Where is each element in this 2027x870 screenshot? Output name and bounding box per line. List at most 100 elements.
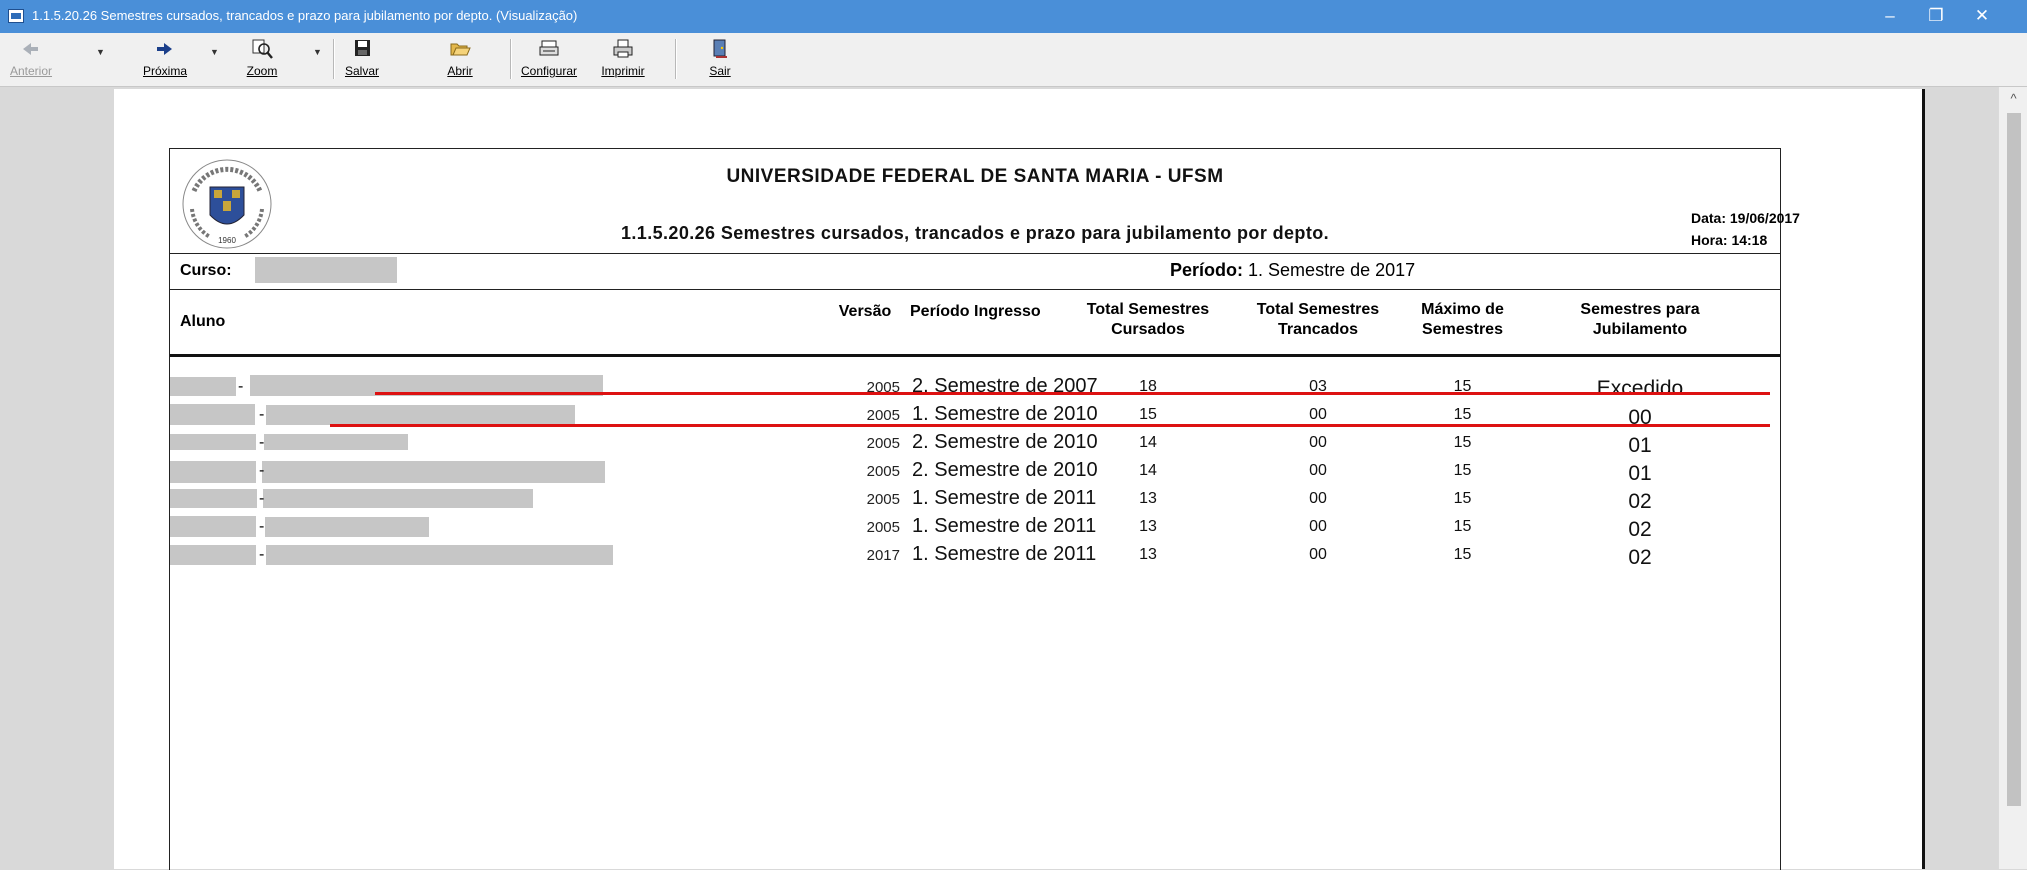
- minimize-button[interactable]: –: [1867, 0, 1913, 33]
- name-separator: -: [259, 518, 265, 535]
- open-folder-icon: [450, 43, 471, 56]
- name-separator: -: [259, 434, 265, 451]
- cell-semestres-jubilamento: Excedido: [1596, 377, 1684, 400]
- anterior-button[interactable]: Anterior: [10, 37, 53, 78]
- scroll-up-icon[interactable]: ^: [1999, 91, 2027, 106]
- salvar-button[interactable]: Salvar: [342, 37, 382, 78]
- configurar-button[interactable]: Configurar: [519, 37, 579, 78]
- cell-total-trancados: 00: [1309, 406, 1327, 423]
- col-maximo-semestres: Máximo de Semestres: [1421, 301, 1504, 338]
- col-total-trancados: Total Semestres Trancados: [1256, 301, 1380, 338]
- vertical-scrollbar[interactable]: ^: [1998, 87, 2027, 869]
- curso-label: Curso:: [180, 262, 232, 279]
- scrollbar-thumb[interactable]: [2007, 113, 2021, 806]
- sair-label: Sair: [709, 64, 731, 78]
- cell-total-trancados: 00: [1309, 434, 1327, 451]
- student-id-redacted: [170, 545, 256, 565]
- highlight-line-1: [375, 392, 1770, 395]
- zoom-button[interactable]: Zoom: [242, 37, 282, 78]
- page-setup-icon: [539, 40, 559, 56]
- cell-total-trancados: 00: [1309, 490, 1327, 507]
- report-title: 1.1.5.20.26 Semestres cursados, trancado…: [620, 223, 1330, 243]
- col-periodo-ingresso: Período Ingresso: [910, 303, 1041, 320]
- cell-maximo-semestres: 15: [1453, 546, 1472, 563]
- table-row: -2005 1. Semestre de 2010 15 00 15 00: [170, 402, 1780, 432]
- imprimir-label: Imprimir: [601, 64, 645, 78]
- preview-viewport: 1960 UNIVERSIDADE FEDERAL DE SANTA MARIA…: [0, 87, 1998, 870]
- anterior-label: Anterior: [10, 64, 53, 78]
- configurar-label: Configurar: [520, 64, 578, 78]
- restore-button[interactable]: ❐: [1913, 0, 1959, 33]
- name-separator: -: [259, 462, 265, 479]
- student-id-redacted: [170, 377, 236, 396]
- name-separator: -: [259, 406, 265, 423]
- zoom-dropdown-icon[interactable]: ▼: [313, 47, 322, 57]
- cell-total-trancados: 00: [1309, 546, 1327, 563]
- col-aluno: Aluno: [180, 313, 226, 330]
- table-row: - 2005 1. Semestre de 2011 13 00 15 02: [170, 486, 1780, 516]
- student-name-redacted: [265, 517, 429, 537]
- imprimir-button[interactable]: Imprimir: [598, 37, 648, 78]
- toolbar-separator: [510, 39, 512, 79]
- cell-periodo-ingresso: 1. Semestre de 2010: [912, 403, 1098, 425]
- window-titlebar: 1.1.5.20.26 Semestres cursados, trancado…: [0, 0, 2027, 33]
- cell-total-cursados: 14: [1139, 462, 1157, 479]
- salvar-label: Salvar: [344, 64, 379, 78]
- cell-total-trancados: 00: [1309, 518, 1327, 535]
- name-separator: -: [259, 546, 265, 563]
- student-name-redacted: [262, 461, 605, 483]
- name-separator: -: [259, 490, 265, 507]
- report-date: Data: 19/06/2017: [1691, 210, 1800, 226]
- report-time: Hora: 14:18: [1691, 232, 1768, 248]
- periodo-value: 1. Semestre de 2017: [1248, 260, 1416, 280]
- name-separator: -: [238, 378, 244, 395]
- cell-versao: 2005: [866, 519, 900, 536]
- cell-periodo-ingresso: 1. Semestre de 2011: [912, 515, 1097, 537]
- cell-total-cursados: 13: [1139, 518, 1157, 535]
- cell-semestres-jubilamento: 02: [1628, 490, 1652, 513]
- cell-semestres-jubilamento: 02: [1628, 546, 1652, 569]
- table-row: -2005 2. Semestre de 2007 18 03 15 Excedido: [170, 374, 1780, 404]
- col-semestres-jubilamento: Semestres para Jubilamento: [1580, 301, 1700, 338]
- student-name-redacted: [266, 405, 575, 425]
- periodo-field: Período: 1. Semestre de 2017: [1170, 260, 1415, 281]
- cell-semestres-jubilamento: 01: [1628, 434, 1652, 457]
- student-name-redacted: [266, 545, 613, 565]
- cell-total-trancados: 00: [1309, 462, 1327, 479]
- cell-versao: 2005: [866, 407, 900, 424]
- cell-maximo-semestres: 15: [1453, 406, 1472, 423]
- zoom-label: Zoom: [246, 64, 278, 78]
- column-headers: Aluno Versão Período Ingresso Total Seme…: [170, 290, 1780, 357]
- proxima-dropdown-icon[interactable]: ▼: [210, 47, 219, 57]
- student-id-redacted: [170, 516, 256, 537]
- magnifier-icon: [252, 39, 273, 59]
- anterior-dropdown-icon[interactable]: ▼: [96, 47, 105, 57]
- cell-periodo-ingresso: 1. Semestre de 2011: [912, 487, 1097, 509]
- cell-maximo-semestres: 15: [1453, 490, 1472, 507]
- arrow-right-icon: [157, 43, 172, 55]
- abrir-button[interactable]: Abrir: [440, 37, 480, 78]
- cell-maximo-semestres: 15: [1453, 518, 1472, 535]
- report-header: 1960 UNIVERSIDADE FEDERAL DE SANTA MARIA…: [170, 149, 1800, 254]
- exit-door-icon: [713, 39, 727, 58]
- proxima-button[interactable]: Próxima: [140, 37, 190, 78]
- cell-total-cursados: 14: [1139, 434, 1157, 451]
- close-button[interactable]: ✕: [1959, 0, 2005, 33]
- student-name-redacted: [264, 434, 408, 450]
- window-title: 1.1.5.20.26 Semestres cursados, trancado…: [32, 8, 578, 23]
- toolbar-separator: [675, 39, 677, 79]
- periodo-label: Período:: [1170, 260, 1244, 280]
- table-row: - 2005 1. Semestre de 2011 13 00 15 02: [170, 514, 1780, 544]
- sair-button[interactable]: Sair: [700, 37, 740, 78]
- app-icon: [8, 9, 24, 23]
- printer-icon: [613, 39, 633, 58]
- cell-versao: 2005: [866, 491, 900, 508]
- student-name-redacted: [263, 489, 533, 508]
- cell-total-cursados: 13: [1139, 490, 1157, 507]
- proxima-label: Próxima: [142, 64, 187, 78]
- cell-versao: 2005: [866, 463, 900, 480]
- cell-semestres-jubilamento: 01: [1628, 462, 1652, 485]
- col-total-cursados: Total Semestres Cursados: [1086, 301, 1210, 338]
- toolbar: Anterior ▼ Próxima ▼ Zoom ▼ Salvar Abrir…: [0, 33, 2027, 87]
- student-id-redacted: [170, 434, 256, 450]
